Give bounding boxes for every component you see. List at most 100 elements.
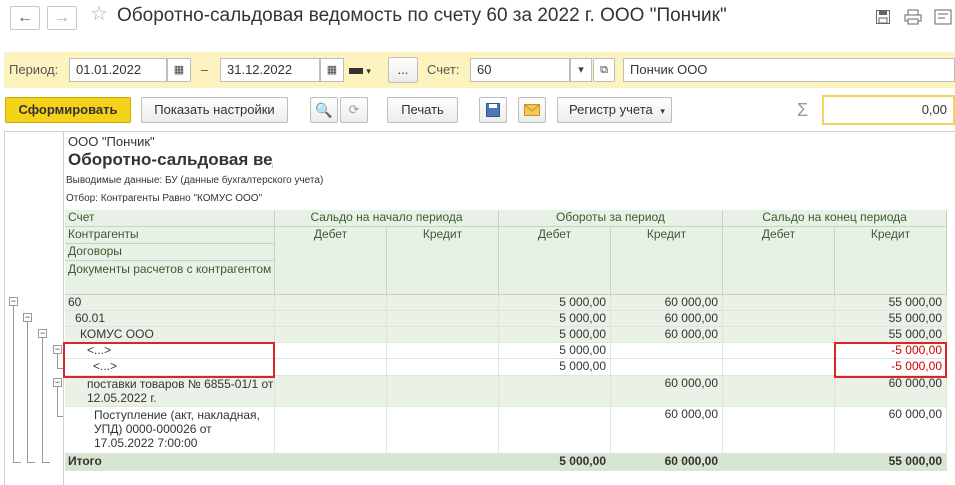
total-start-credit[interactable] xyxy=(387,454,499,471)
report-output-data: Выводимые данные: БУ (данные бухгалтерск… xyxy=(66,175,324,186)
row-empty-document-end-debit[interactable] xyxy=(723,359,835,376)
row-counterparty-turnover-debit[interactable]: 5 000,00 xyxy=(499,327,611,343)
row-counterparty-name[interactable]: КОМУС ООО xyxy=(65,327,275,343)
row-document-start-debit[interactable] xyxy=(275,407,387,454)
calendar-icon: ▦ xyxy=(173,64,185,76)
row-contract-start-credit[interactable] xyxy=(387,376,499,407)
search-clear-icon: ⟳ xyxy=(348,102,360,117)
total-end-debit[interactable] xyxy=(723,454,835,471)
row-counterparty-start-credit[interactable] xyxy=(387,327,499,343)
row-empty-document-start-credit[interactable] xyxy=(387,359,499,376)
row-empty-contract-start-credit[interactable] xyxy=(387,343,499,359)
row-6001-turnover-debit[interactable]: 5 000,00 xyxy=(499,311,611,327)
date-to-calendar-button[interactable]: ▦ xyxy=(320,58,344,82)
save-button[interactable] xyxy=(479,97,507,123)
tree-line xyxy=(57,352,58,368)
row-empty-document-start-debit[interactable] xyxy=(275,359,387,376)
organization-field[interactable]: Пончик ООО xyxy=(623,58,955,82)
header-account: Счет xyxy=(65,210,275,227)
floppy-icon xyxy=(486,103,500,120)
period-select-button[interactable]: ... xyxy=(388,57,418,83)
row-contract-start-debit[interactable] xyxy=(275,376,387,407)
link-icon[interactable] xyxy=(934,9,952,25)
account-label: Счет: xyxy=(427,62,460,77)
row-60-start-debit[interactable] xyxy=(275,295,387,311)
header-end-credit: Кредит xyxy=(835,227,947,295)
row-6001-end-credit[interactable]: 55 000,00 xyxy=(835,311,947,327)
collapse-toggle[interactable]: − xyxy=(53,378,62,387)
row-contract-end-credit[interactable]: 60 000,00 xyxy=(835,376,947,407)
report-left-border xyxy=(4,132,5,485)
tree-line xyxy=(57,386,58,416)
generate-button[interactable]: Сформировать xyxy=(5,97,131,123)
send-email-button[interactable] xyxy=(518,97,546,123)
print-icon[interactable] xyxy=(904,9,922,25)
row-document-turnover-credit[interactable]: 60 000,00 xyxy=(611,407,723,454)
tree-line xyxy=(57,416,63,417)
total-start-debit[interactable] xyxy=(275,454,387,471)
total-name[interactable]: Итого xyxy=(65,454,275,471)
total-turnover-credit[interactable]: 60 000,00 xyxy=(611,454,723,471)
total-end-credit[interactable]: 55 000,00 xyxy=(835,454,947,471)
row-counterparty-turnover-credit[interactable]: 60 000,00 xyxy=(611,327,723,343)
envelope-icon xyxy=(524,104,540,119)
row-counterparty-start-debit[interactable] xyxy=(275,327,387,343)
row-document-start-credit[interactable] xyxy=(387,407,499,454)
row-document-end-credit[interactable]: 60 000,00 xyxy=(835,407,947,454)
account-dropdown-button[interactable]: ▾ xyxy=(570,58,592,82)
row-document-name[interactable]: Поступление (акт, накладная, УПД) 0000-0… xyxy=(65,407,275,454)
total-turnover-debit[interactable]: 5 000,00 xyxy=(499,454,611,471)
account-field[interactable]: 60 xyxy=(470,58,570,82)
row-contract-turnover-debit[interactable] xyxy=(499,376,611,407)
row-6001-start-credit[interactable] xyxy=(387,311,499,327)
collapse-toggle[interactable]: − xyxy=(53,345,62,354)
collapse-toggle[interactable]: − xyxy=(38,329,47,338)
tree-line xyxy=(27,320,28,462)
row-empty-contract-turnover-debit[interactable]: 5 000,00 xyxy=(499,343,611,359)
period-type-dropdown[interactable]: ▾ xyxy=(349,63,377,77)
row-60-name[interactable]: 60 xyxy=(65,295,275,311)
period-label: Период: xyxy=(9,62,59,77)
row-document-end-debit[interactable] xyxy=(723,407,835,454)
collapse-toggle[interactable]: − xyxy=(9,297,18,306)
row-contract-name[interactable]: поставки товаров № 6855-01/1 от 12.05.20… xyxy=(65,376,275,407)
row-60-turnover-debit[interactable]: 5 000,00 xyxy=(499,295,611,311)
row-contract-turnover-credit[interactable]: 60 000,00 xyxy=(611,376,723,407)
back-button[interactable]: ← xyxy=(10,6,40,30)
row-60-end-credit[interactable]: 55 000,00 xyxy=(835,295,947,311)
row-60-end-debit[interactable] xyxy=(723,295,835,311)
row-6001-name[interactable]: 60.01 xyxy=(65,311,275,327)
row-6001-turnover-credit[interactable]: 60 000,00 xyxy=(611,311,723,327)
row-empty-document-turnover-debit[interactable]: 5 000,00 xyxy=(499,359,611,376)
row-document-turnover-debit[interactable] xyxy=(499,407,611,454)
header-start-balance: Сальдо на начало периода xyxy=(275,210,499,227)
period-dash: – xyxy=(201,62,209,77)
row-counterparty-end-debit[interactable] xyxy=(723,327,835,343)
register-dropdown-button[interactable]: Регистр учета ▾ xyxy=(557,97,672,123)
row-empty-contract-start-debit[interactable] xyxy=(275,343,387,359)
forward-button[interactable]: → xyxy=(47,6,77,30)
date-from-field[interactable]: 01.01.2022 xyxy=(69,58,167,82)
row-60-start-credit[interactable] xyxy=(387,295,499,311)
row-6001-start-debit[interactable] xyxy=(275,311,387,327)
date-from-calendar-button[interactable]: ▦ xyxy=(167,58,191,82)
account-open-button[interactable]: ⧉ xyxy=(593,58,615,82)
print-button[interactable]: Печать xyxy=(387,97,458,123)
row-empty-document-turnover-credit[interactable] xyxy=(611,359,723,376)
report-title: Оборотно-сальдовая ведо xyxy=(68,150,273,169)
row-contract-end-debit[interactable] xyxy=(723,376,835,407)
row-empty-contract-turnover-credit[interactable] xyxy=(611,343,723,359)
row-empty-contract-end-debit[interactable] xyxy=(723,343,835,359)
collapse-toggle[interactable]: − xyxy=(23,313,32,322)
row-counterparty-end-credit[interactable]: 55 000,00 xyxy=(835,327,947,343)
tree-line xyxy=(13,462,21,463)
row-6001-end-debit[interactable] xyxy=(723,311,835,327)
favorite-star-icon[interactable]: ☆ xyxy=(90,4,108,24)
row-60-turnover-credit[interactable]: 60 000,00 xyxy=(611,295,723,311)
header-start-debit: Дебет xyxy=(275,227,387,295)
save-icon[interactable] xyxy=(874,9,892,25)
search-clear-button[interactable]: ⟳ xyxy=(340,97,368,123)
search-button[interactable]: 🔍 xyxy=(310,97,338,123)
show-settings-button[interactable]: Показать настройки xyxy=(141,97,288,123)
date-to-field[interactable]: 31.12.2022 xyxy=(220,58,320,82)
